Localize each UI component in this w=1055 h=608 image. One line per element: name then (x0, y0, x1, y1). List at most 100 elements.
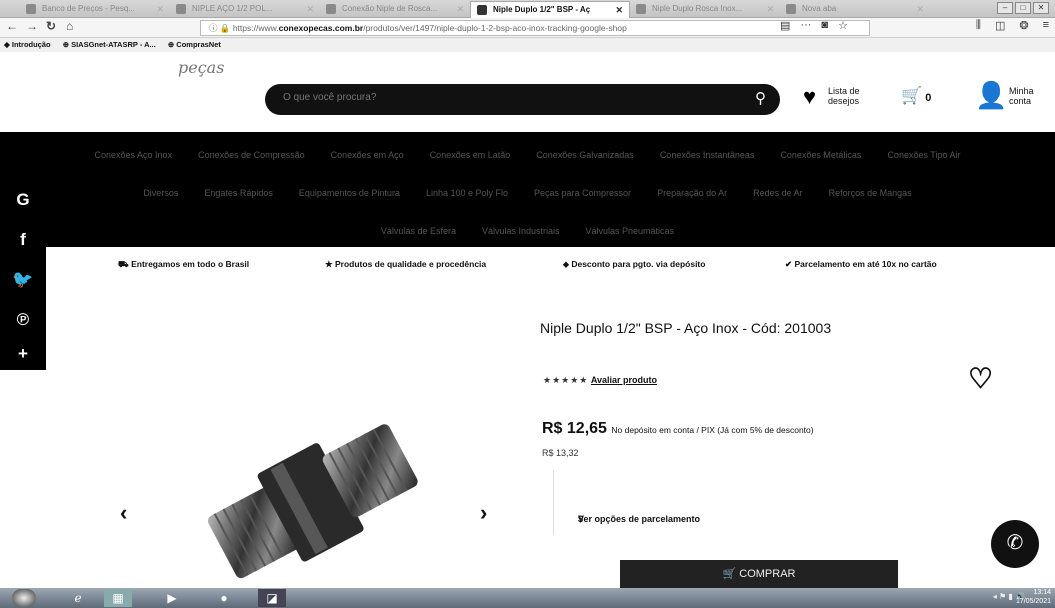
bookmark-introducao[interactable]: ◆ Introdução (4, 40, 51, 49)
tab-favicon-icon (477, 5, 487, 15)
category-row: Diversos Engates Rápidos Equipamentos de… (0, 188, 1055, 198)
chevron-left-icon[interactable]: ‹ (120, 500, 127, 526)
close-icon[interactable]: ✕ (766, 1, 774, 17)
browser-tab[interactable]: Nova aba ✕ (780, 1, 930, 18)
facebook-icon[interactable]: f (0, 230, 46, 250)
tab-favicon-icon (326, 4, 336, 14)
url-bar[interactable]: ⓘ 🔒 https://www.conexopecas.com.br/produ… (200, 20, 870, 36)
wishlist-label: Lista de desejos (828, 86, 860, 106)
close-icon[interactable]: ✕ (916, 1, 924, 17)
browser-tab[interactable]: NIPLE AÇO 1/2 POL... ✕ (170, 1, 320, 18)
product-title: Niple Duplo 1/2" BSP - Aço Inox - Cód: 2… (540, 320, 832, 336)
category-item[interactable]: Válvulas Pneumáticas (586, 226, 675, 236)
bookmark-siasgnet[interactable]: ⊕ SIASGnet-ATASRP - A... (63, 40, 156, 49)
category-row: Conexões Aço Inox Conexões de Compressão… (0, 150, 1055, 160)
minimize-icon[interactable]: – (997, 2, 1013, 14)
tab-label: Conexão Niple de Rosca... (342, 4, 438, 13)
more-icon[interactable]: ··· (800, 19, 811, 32)
pocket-icon[interactable]: ◙ (821, 19, 828, 32)
maximize-icon[interactable]: □ (1015, 2, 1031, 14)
site-logo[interactable]: peças (178, 58, 224, 77)
reload-icon[interactable]: ↻ (46, 19, 56, 33)
star-icon: ★ (325, 259, 333, 269)
category-item[interactable]: Conexões em Latão (430, 150, 511, 160)
wishlist-link[interactable]: ♥ Lista de desejos (803, 80, 873, 114)
category-item[interactable]: Válvulas Industriais (482, 226, 560, 236)
forward-icon[interactable]: → (26, 19, 38, 33)
search-bar: ⚲ (265, 84, 780, 115)
browser-tab-active[interactable]: Niple Duplo 1/2" BSP - Aç ✕ (470, 1, 630, 18)
close-icon[interactable]: ✕ (306, 1, 314, 17)
category-item[interactable]: Reforços de Mangas (829, 188, 912, 198)
category-item[interactable]: Válvulas de Esfera (381, 226, 456, 236)
category-item[interactable]: Engates Rápidos (204, 188, 273, 198)
rate-product-link[interactable]: Avaliar produto (591, 375, 657, 385)
benefits-bar: ⛟ Entregamos em todo o Brasil ★ Produtos… (0, 250, 1055, 276)
favorite-heart-icon[interactable]: ♡ (968, 365, 993, 393)
clock-date: 17/05/2021 (1015, 598, 1051, 605)
category-item[interactable]: Conexões em Aço (331, 150, 404, 160)
category-item[interactable]: Conexões de Compressão (198, 150, 305, 160)
more-share-icon[interactable]: + (0, 344, 46, 364)
reader-view-icon[interactable]: ▤ (780, 19, 790, 32)
category-row: Válvulas de Esfera Válvulas Industriais … (0, 226, 1055, 236)
close-icon[interactable]: ✕ (615, 2, 623, 18)
extension-icon[interactable]: ❂ (1019, 19, 1028, 32)
menu-icon[interactable]: ≡ (1043, 19, 1049, 32)
category-item[interactable]: Equipamentos de Pintura (299, 188, 400, 198)
category-item[interactable]: Conexões Instantâneas (660, 150, 755, 160)
tab-favicon-icon (786, 4, 796, 14)
start-button[interactable] (12, 589, 36, 607)
category-item[interactable]: Conexões Tipo Air (887, 150, 960, 160)
category-item[interactable]: Conexões Aço Inox (95, 150, 173, 160)
cart-link[interactable]: 🛒 0 (901, 86, 931, 106)
truck-icon: ⛟ (118, 259, 129, 269)
explorer-icon[interactable]: ▦ (104, 589, 132, 607)
bookmark-comprasnet[interactable]: ⊕ ComprasNet (168, 40, 221, 49)
media-player-icon[interactable]: ▶ (158, 589, 186, 607)
search-input[interactable] (283, 92, 733, 103)
pinterest-icon[interactable]: ℗ (0, 310, 46, 330)
home-icon[interactable]: ⌂ (66, 19, 73, 33)
close-icon[interactable]: ✕ (456, 1, 464, 17)
browser-tab[interactable]: Niple Duplo Rosca Inox... ✕ (630, 1, 780, 18)
bookmark-label: Introdução (11, 40, 51, 49)
browser-tab[interactable]: Banco de Preços - Pesq... ✕ (20, 1, 170, 18)
price-note: No depósito em conta / PIX (Já com 5% de… (611, 425, 814, 435)
google-icon[interactable]: G (0, 190, 46, 210)
product-rating: ★★★★★ Avaliar produto (543, 375, 657, 386)
chat-button[interactable]: ✆ (991, 520, 1039, 568)
tab-favicon-icon (636, 4, 646, 14)
tab-favicon-icon (26, 4, 36, 14)
bookmark-star-icon[interactable]: ☆ (838, 19, 848, 32)
check-icon: ✔ (785, 259, 793, 269)
product-image (207, 424, 418, 579)
close-icon[interactable]: ✕ (156, 1, 164, 17)
category-item[interactable]: Preparação do Ar (657, 188, 727, 198)
firefox-icon[interactable]: ● (210, 589, 238, 607)
chevron-right-icon[interactable]: › (480, 500, 487, 526)
category-item[interactable]: Conexões Metálicas (780, 150, 861, 160)
tab-label: Niple Duplo 1/2" BSP - Aç (493, 5, 591, 14)
browser-tab[interactable]: Conexão Niple de Rosca... ✕ (320, 1, 470, 18)
search-icon[interactable]: ⚲ (755, 89, 766, 107)
category-item[interactable]: Linha 100 e Poly Flo (426, 188, 508, 198)
back-icon[interactable]: ← (6, 19, 18, 33)
category-item[interactable]: Peças para Compressor (534, 188, 631, 198)
clock[interactable]: 13:14 17/05/2021 (1016, 588, 1051, 606)
installments-label: Ver opções de parcelamento (578, 514, 701, 524)
rating-stars-icon: ★★★★★ (543, 375, 589, 385)
benefit-item: ✔ Parcelamento em até 10x no cartão (785, 259, 937, 270)
tab-favicon-icon (176, 4, 186, 14)
sidebar-icon[interactable]: ◫ (995, 19, 1005, 32)
library-icon[interactable]: ⫼ (976, 19, 981, 32)
category-item[interactable]: Conexões Galvanizadas (536, 150, 634, 160)
category-item[interactable]: Redes de Ar (753, 188, 803, 198)
benefit-text: Parcelamento em até 10x no cartão (794, 259, 937, 269)
close-window-icon[interactable]: ✕ (1033, 2, 1049, 14)
product-price: R$ 12,65 No depósito em conta / PIX (Já … (542, 420, 814, 438)
app-icon[interactable]: ◪ (258, 589, 286, 607)
user-icon: 👤 (975, 80, 1008, 110)
category-item[interactable]: Diversos (143, 188, 178, 198)
ie-icon[interactable]: ℯ (64, 589, 92, 607)
